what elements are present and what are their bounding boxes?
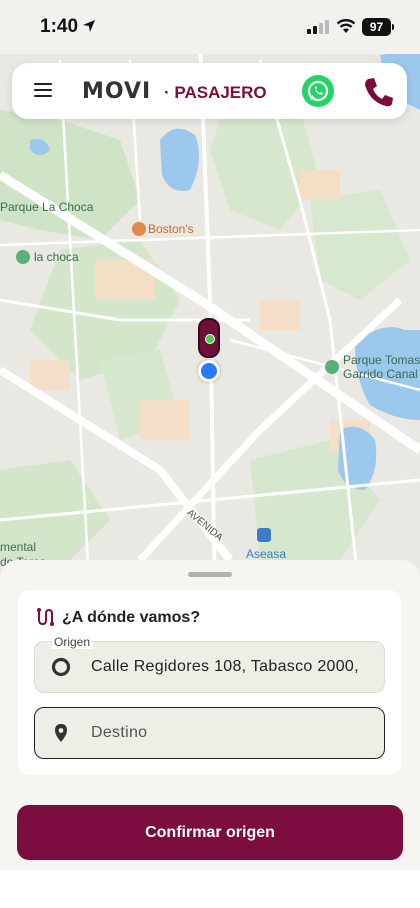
- restaurant-icon: [132, 222, 146, 236]
- map-label-parque-tomas-1: Parque Tomas: [343, 353, 420, 367]
- origin-circle-icon: [51, 657, 71, 677]
- destination-placeholder: Destino: [91, 724, 148, 741]
- brand-subtitle: · PASAJERO: [164, 83, 267, 102]
- status-time: 1:40: [40, 16, 79, 37]
- menu-icon[interactable]: [34, 83, 52, 97]
- map-label-parque-la-choca: Parque La Choca: [0, 200, 94, 214]
- call-button[interactable]: [362, 75, 396, 109]
- wifi-icon: [336, 19, 356, 33]
- whatsapp-icon: [307, 80, 329, 102]
- car-marker-icon: [198, 318, 220, 358]
- status-bar: 1:40 97: [0, 0, 420, 54]
- confirm-origin-button[interactable]: Confirmar origen: [17, 805, 403, 860]
- home-indicator-area: [0, 870, 420, 908]
- top-bar: MOVI · PASAJERO: [12, 63, 407, 119]
- cellular-signal-icon: [307, 20, 329, 34]
- bottom-sheet: ¿A dónde vamos? Origen Calle Regidores 1…: [0, 560, 420, 870]
- brand-logo: MOVI: [82, 79, 151, 104]
- map-label-parque-tomas-2: Garrido Canal: [343, 367, 418, 381]
- current-location-icon: [198, 360, 220, 382]
- destination-question: ¿A dónde vamos?: [62, 609, 201, 626]
- map-label-bostons: Boston's: [148, 222, 194, 236]
- battery-indicator: 97: [362, 18, 391, 36]
- park-icon: [16, 250, 30, 264]
- map-label-la-choca: la choca: [34, 250, 79, 264]
- whatsapp-button[interactable]: [302, 75, 334, 107]
- origin-label: Origen: [52, 635, 93, 649]
- location-pin-icon: [55, 724, 67, 742]
- sheet-grabber[interactable]: [188, 572, 232, 577]
- trip-card: ¿A dónde vamos? Origen Calle Regidores 1…: [18, 590, 401, 775]
- phone-icon: [365, 78, 393, 107]
- logo-text: MOVI: [82, 79, 152, 104]
- battery-nub: [392, 24, 394, 30]
- destination-field[interactable]: Destino: [34, 707, 385, 759]
- origin-value: Calle Regidores 108, Tabasco 2000,: [91, 658, 359, 675]
- location-arrow-icon: [83, 20, 95, 32]
- car-status-dot: [205, 334, 215, 344]
- route-icon: [37, 608, 54, 626]
- park-icon: [325, 360, 339, 374]
- bus-stop-icon: [257, 528, 271, 542]
- map-label-aseasa: Aseasa: [246, 547, 287, 561]
- map-label-mental-1: mental: [0, 540, 37, 554]
